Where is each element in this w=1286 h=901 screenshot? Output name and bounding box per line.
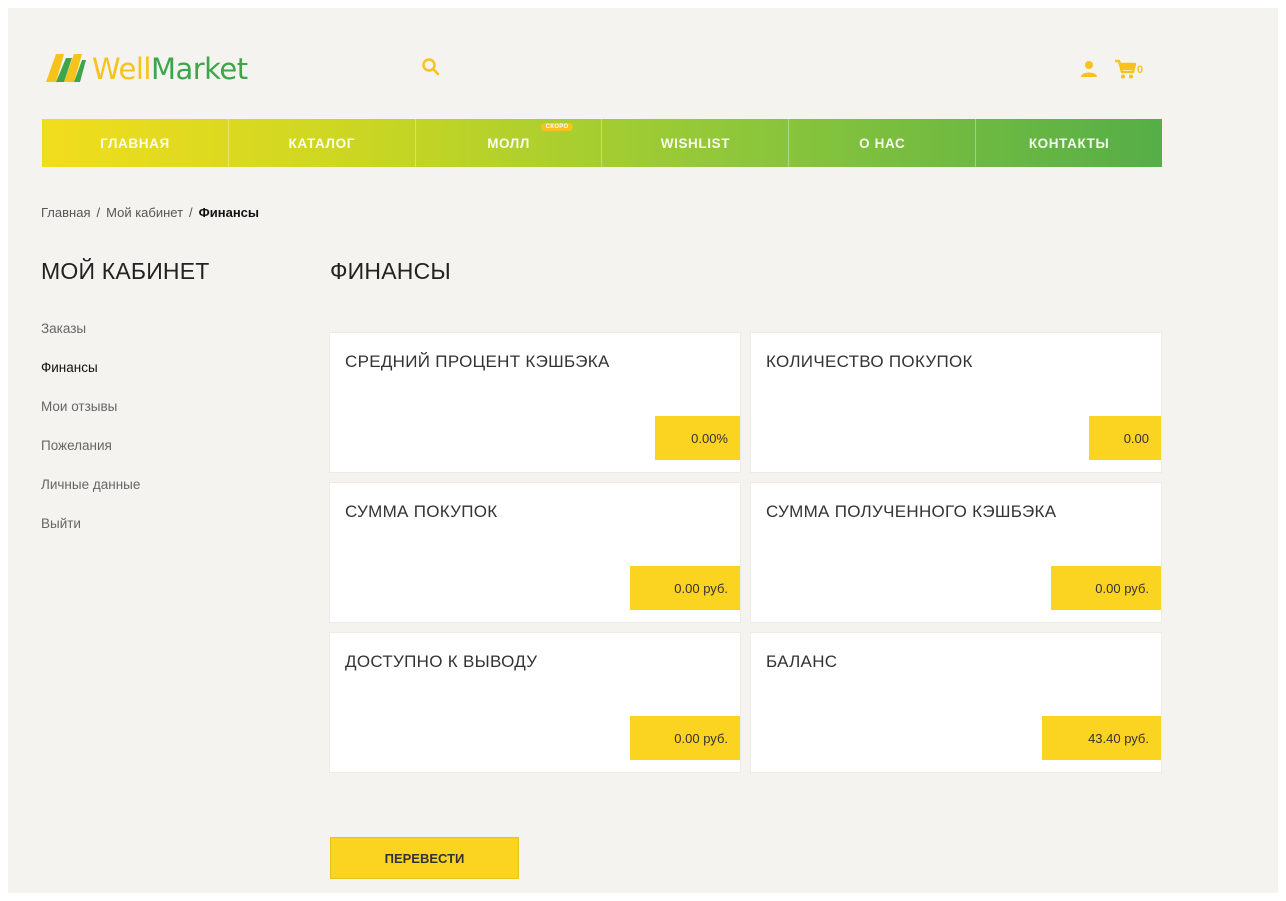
breadcrumb-current: Финансы <box>198 205 260 220</box>
breadcrumb-separator: / <box>189 205 193 220</box>
nav-item-label: КАТАЛОГ <box>288 135 355 151</box>
breadcrumb-link-cabinet[interactable]: Мой кабинет <box>106 205 183 220</box>
card-purchase-count: КОЛИЧЕСТВО ПОКУПОК 0.00 <box>750 332 1162 473</box>
user-icon[interactable] <box>1078 58 1100 80</box>
card-value: 0.00 руб. <box>630 566 740 610</box>
card-value: 0.00 руб. <box>630 716 740 760</box>
sidebar-item-orders[interactable]: Заказы <box>41 318 140 357</box>
main-nav: ГЛАВНАЯ КАТАЛОГ МОЛЛ СКОРО WISHLIST О НА… <box>42 119 1162 167</box>
sidebar-menu: Заказы Финансы Мои отзывы Пожелания Личн… <box>41 318 140 552</box>
transfer-button[interactable]: ПЕРЕВЕСТИ <box>330 837 519 879</box>
card-balance: БАЛАНС 43.40 руб. <box>750 632 1162 773</box>
page-title: ФИНАНСЫ <box>330 258 451 284</box>
logo-text: WellMarket <box>92 52 248 86</box>
nav-item-contacts[interactable]: КОНТАКТЫ <box>976 119 1162 167</box>
sidebar-item-logout[interactable]: Выйти <box>41 513 140 552</box>
nav-item-home[interactable]: ГЛАВНАЯ <box>42 119 229 167</box>
site-header: WellMarket 0 <box>34 40 1162 96</box>
sidebar-item-reviews[interactable]: Мои отзывы <box>41 396 140 435</box>
nav-item-label: КОНТАКТЫ <box>1028 135 1110 151</box>
logo-text-well: Well <box>92 52 151 86</box>
logo-mark-icon <box>46 54 86 82</box>
sidebar-title: МОЙ КАБИНЕТ <box>41 258 210 284</box>
logo[interactable]: WellMarket <box>44 48 248 88</box>
card-value: 43.40 руб. <box>1042 716 1161 760</box>
nav-item-label: WISHLIST <box>660 135 731 151</box>
search-icon[interactable] <box>420 56 442 78</box>
nav-item-about[interactable]: О НАС <box>789 119 977 167</box>
card-label: СУММА ПОЛУЧЕННОГО КЭШБЭКА <box>766 502 1057 521</box>
nav-item-catalog[interactable]: КАТАЛОГ <box>229 119 416 167</box>
nav-item-label: ГЛАВНАЯ <box>100 135 170 151</box>
card-purchase-sum: СУММА ПОКУПОК 0.00 руб. <box>329 482 741 623</box>
cart-icon[interactable] <box>1114 58 1138 80</box>
card-value: 0.00 руб. <box>1051 566 1161 610</box>
card-label: ДОСТУПНО К ВЫВОДУ <box>345 652 538 671</box>
card-label: СУММА ПОКУПОК <box>345 502 498 521</box>
finance-cards: СРЕДНИЙ ПРОЦЕНТ КЭШБЭКА 0.00% КОЛИЧЕСТВО… <box>329 332 1162 773</box>
card-label: БАЛАНС <box>766 652 838 671</box>
card-label: СРЕДНИЙ ПРОЦЕНТ КЭШБЭКА <box>345 352 610 371</box>
nav-item-label: МОЛЛ <box>487 135 530 151</box>
nav-item-label: О НАС <box>859 135 906 151</box>
breadcrumb: Главная / Мой кабинет / Финансы <box>41 205 259 220</box>
card-avg-cashback-percent: СРЕДНИЙ ПРОЦЕНТ КЭШБЭКА 0.00% <box>329 332 741 473</box>
card-received-cashback-sum: СУММА ПОЛУЧЕННОГО КЭШБЭКА 0.00 руб. <box>750 482 1162 623</box>
card-available-withdrawal: ДОСТУПНО К ВЫВОДУ 0.00 руб. <box>329 632 741 773</box>
nav-item-mall[interactable]: МОЛЛ СКОРО <box>416 119 603 167</box>
sidebar-item-wishes[interactable]: Пожелания <box>41 435 140 474</box>
sidebar-item-personal-data[interactable]: Личные данные <box>41 474 140 513</box>
breadcrumb-link-home[interactable]: Главная <box>41 205 90 220</box>
breadcrumb-separator: / <box>96 205 101 220</box>
logo-text-market: Market <box>150 52 248 86</box>
cart-count-badge: 0 <box>1137 64 1144 76</box>
card-value: 0.00% <box>655 416 740 460</box>
soon-badge: СКОРО <box>540 123 574 131</box>
card-label: КОЛИЧЕСТВО ПОКУПОК <box>766 352 973 371</box>
card-value: 0.00 <box>1089 416 1161 460</box>
nav-item-wishlist[interactable]: WISHLIST <box>602 119 790 167</box>
sidebar-item-finances[interactable]: Финансы <box>41 357 140 396</box>
